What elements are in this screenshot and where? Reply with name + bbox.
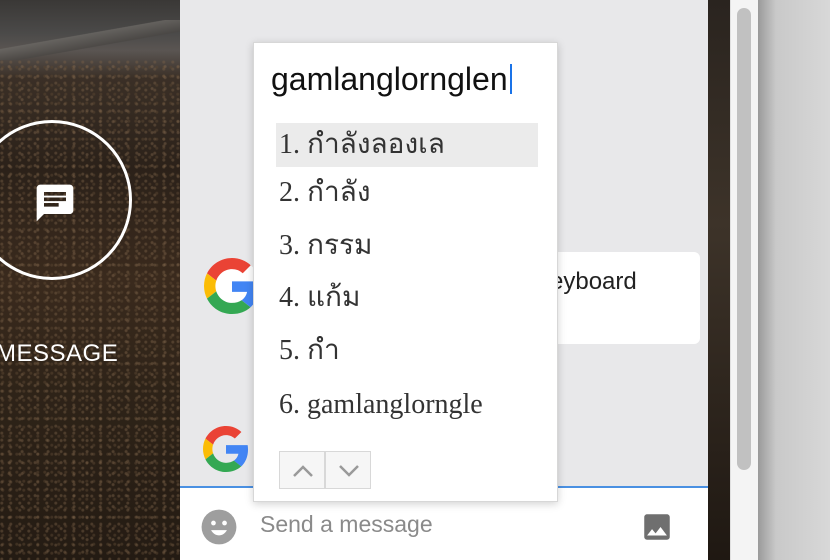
ime-candidate[interactable]: 2. กำลัง xyxy=(276,171,538,215)
chat-bubble-icon xyxy=(36,184,74,222)
ime-composition-text: gamlanglornglen xyxy=(271,61,512,98)
chevron-down-icon xyxy=(339,465,359,477)
chevron-up-icon xyxy=(293,465,313,477)
candidate-label: 6. gamlanglorngle xyxy=(279,389,483,420)
text-caret xyxy=(509,64,512,94)
ime-next-page-button[interactable] xyxy=(325,451,371,489)
ime-candidate[interactable]: 3. กรรม xyxy=(276,224,538,268)
candidate-label: 4. แก้ม xyxy=(279,282,361,313)
ime-prev-page-button[interactable] xyxy=(279,451,325,489)
ime-candidate[interactable]: 4. แก้ม xyxy=(276,276,538,320)
message-button-label[interactable]: MESSAGE xyxy=(0,340,118,368)
ime-candidate[interactable]: 5. กำ xyxy=(276,329,538,373)
google-avatar xyxy=(204,258,260,314)
google-avatar xyxy=(203,426,249,472)
candidate-label: 2. กำลัง xyxy=(279,177,371,208)
image-icon[interactable] xyxy=(640,510,674,544)
candidate-label: 5. กำ xyxy=(279,335,340,366)
message-text: eyboard xyxy=(550,268,637,295)
google-g-icon xyxy=(204,258,259,314)
ime-candidate-window: gamlanglornglen 1. กำลังลองเล 2. กำลัง 3… xyxy=(253,42,558,502)
scrollbar-thumb[interactable] xyxy=(737,8,751,470)
background-strip xyxy=(708,0,730,560)
google-g-icon xyxy=(203,426,249,472)
emoji-icon[interactable] xyxy=(200,508,238,546)
ime-candidate[interactable]: 1. กำลังลองเล xyxy=(276,123,538,167)
message-bubble: eyboard xyxy=(550,252,700,344)
ime-candidate[interactable]: 6. gamlanglorngle xyxy=(276,383,538,427)
background-image xyxy=(0,0,180,560)
message-input[interactable] xyxy=(260,508,620,540)
candidate-label: 1. กำลังลองเล xyxy=(279,129,445,160)
candidate-label: 3. กรรม xyxy=(279,230,373,261)
window-edge xyxy=(758,0,830,560)
